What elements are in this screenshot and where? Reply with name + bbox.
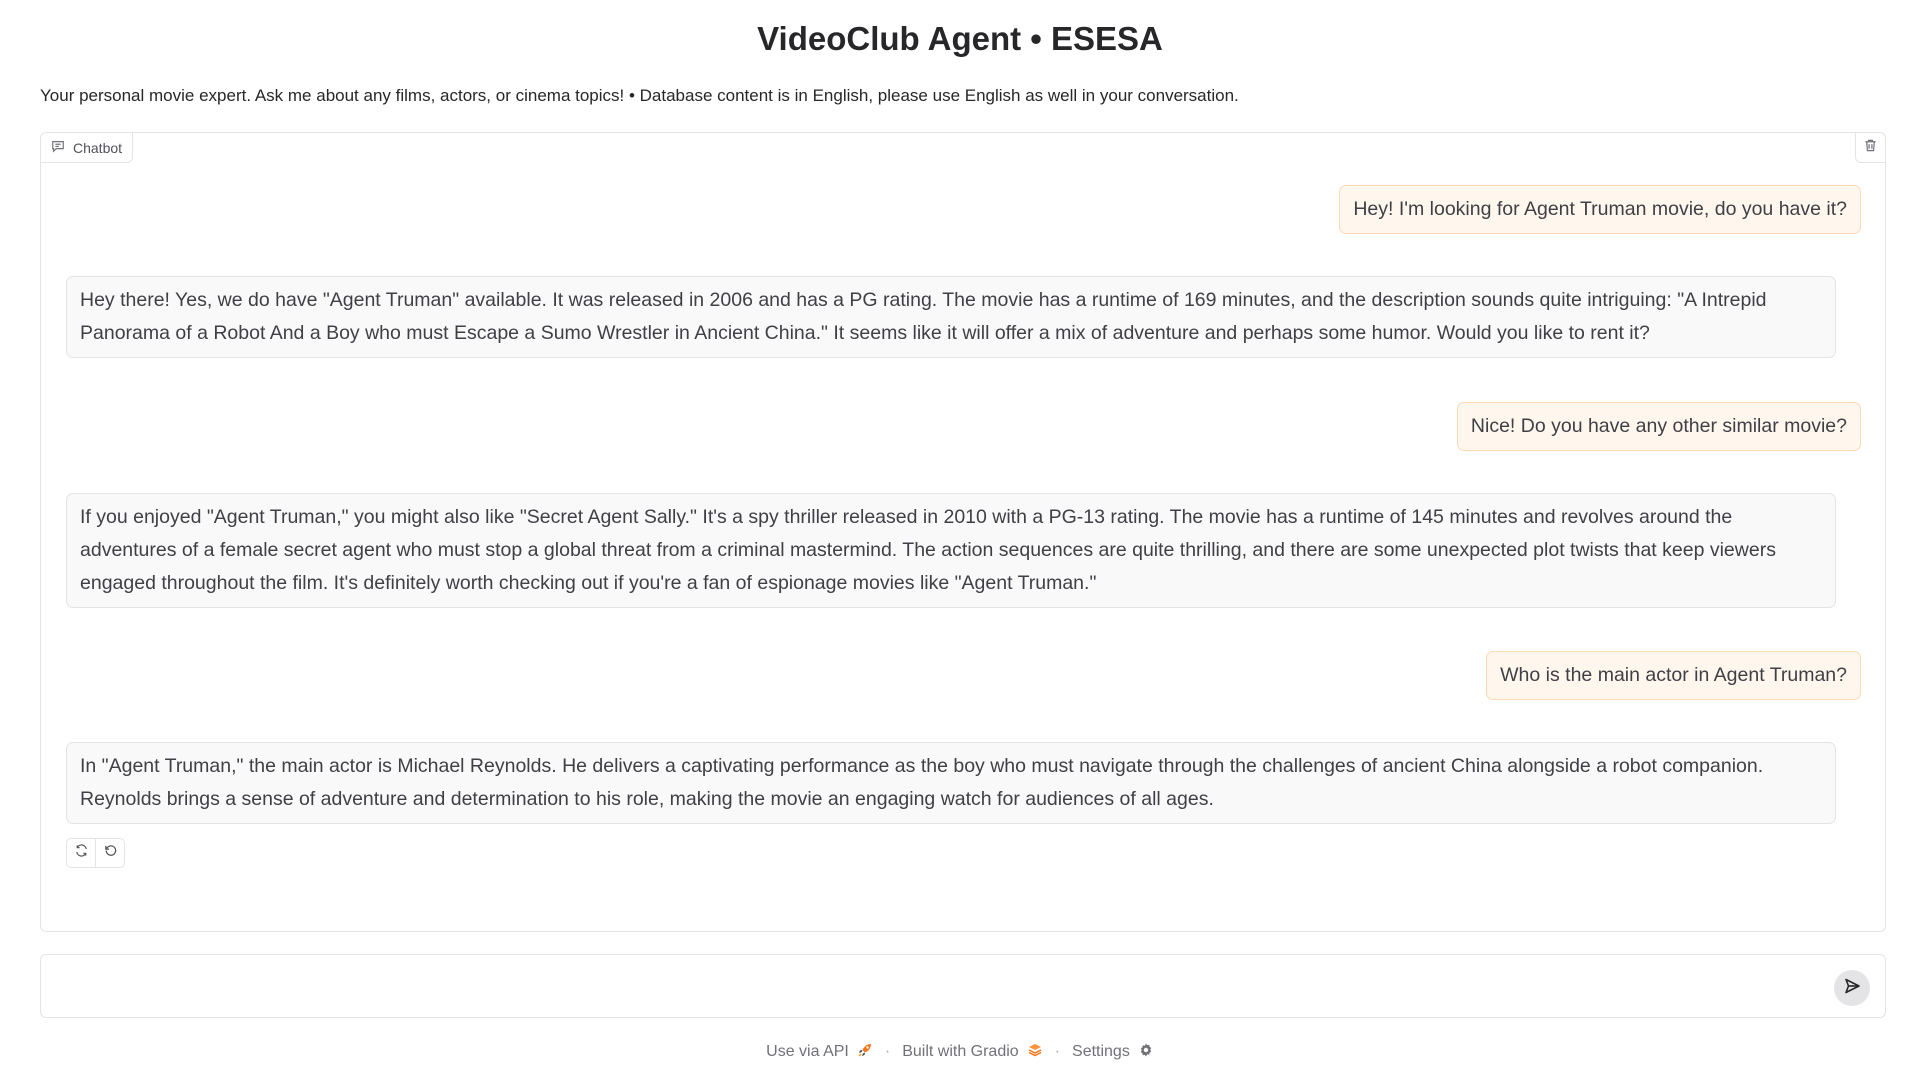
undo-icon [103,843,118,863]
send-button[interactable] [1834,970,1870,1006]
settings-label: Settings [1072,1043,1130,1060]
use-via-api-link[interactable]: Use via API [766,1042,873,1063]
chat-icon [51,139,65,156]
gear-icon [1138,1042,1154,1063]
use-via-api-label: Use via API [766,1043,849,1060]
built-with-gradio-link[interactable]: Built with Gradio [902,1042,1043,1063]
user-message: Hey! I'm looking for Agent Truman movie,… [1339,185,1861,234]
bot-message: Hey there! Yes, we do have "Agent Truman… [66,276,1836,358]
chatbot-label: Chatbot [41,133,134,163]
message-input-box [40,954,1886,1018]
retry-icon [74,843,89,863]
message-actions [66,838,125,868]
user-message: Who is the main actor in Agent Truman? [1486,651,1861,700]
undo-button[interactable] [95,839,124,867]
rocket-icon [857,1042,873,1063]
retry-button[interactable] [67,839,95,867]
send-icon [1843,977,1861,1000]
page-description: Your personal movie expert. Ask me about… [40,86,1239,105]
gradio-logo-icon [1027,1042,1043,1063]
chatbot-panel: Chatbot Hey! I'm looking for Agent Truma… [40,132,1886,932]
bot-message: If you enjoyed "Agent Truman," you might… [66,493,1836,608]
footer-separator: · [1054,1043,1061,1060]
message-input[interactable] [53,967,1817,1009]
page-title: VideoClub Agent • ESESA [757,20,1163,57]
chatbot-label-text: Chatbot [73,139,123,156]
settings-link[interactable]: Settings [1072,1042,1154,1063]
built-with-gradio-label: Built with Gradio [902,1043,1019,1060]
bot-message: In "Agent Truman," the main actor is Mic… [66,742,1836,824]
footer-separator: · [884,1043,891,1060]
clear-chat-button[interactable] [1855,133,1885,163]
trash-icon [1863,138,1878,158]
user-message: Nice! Do you have any other similar movi… [1456,402,1861,451]
footer: Use via API · Built with Gradio · Settin… [0,1040,1920,1064]
